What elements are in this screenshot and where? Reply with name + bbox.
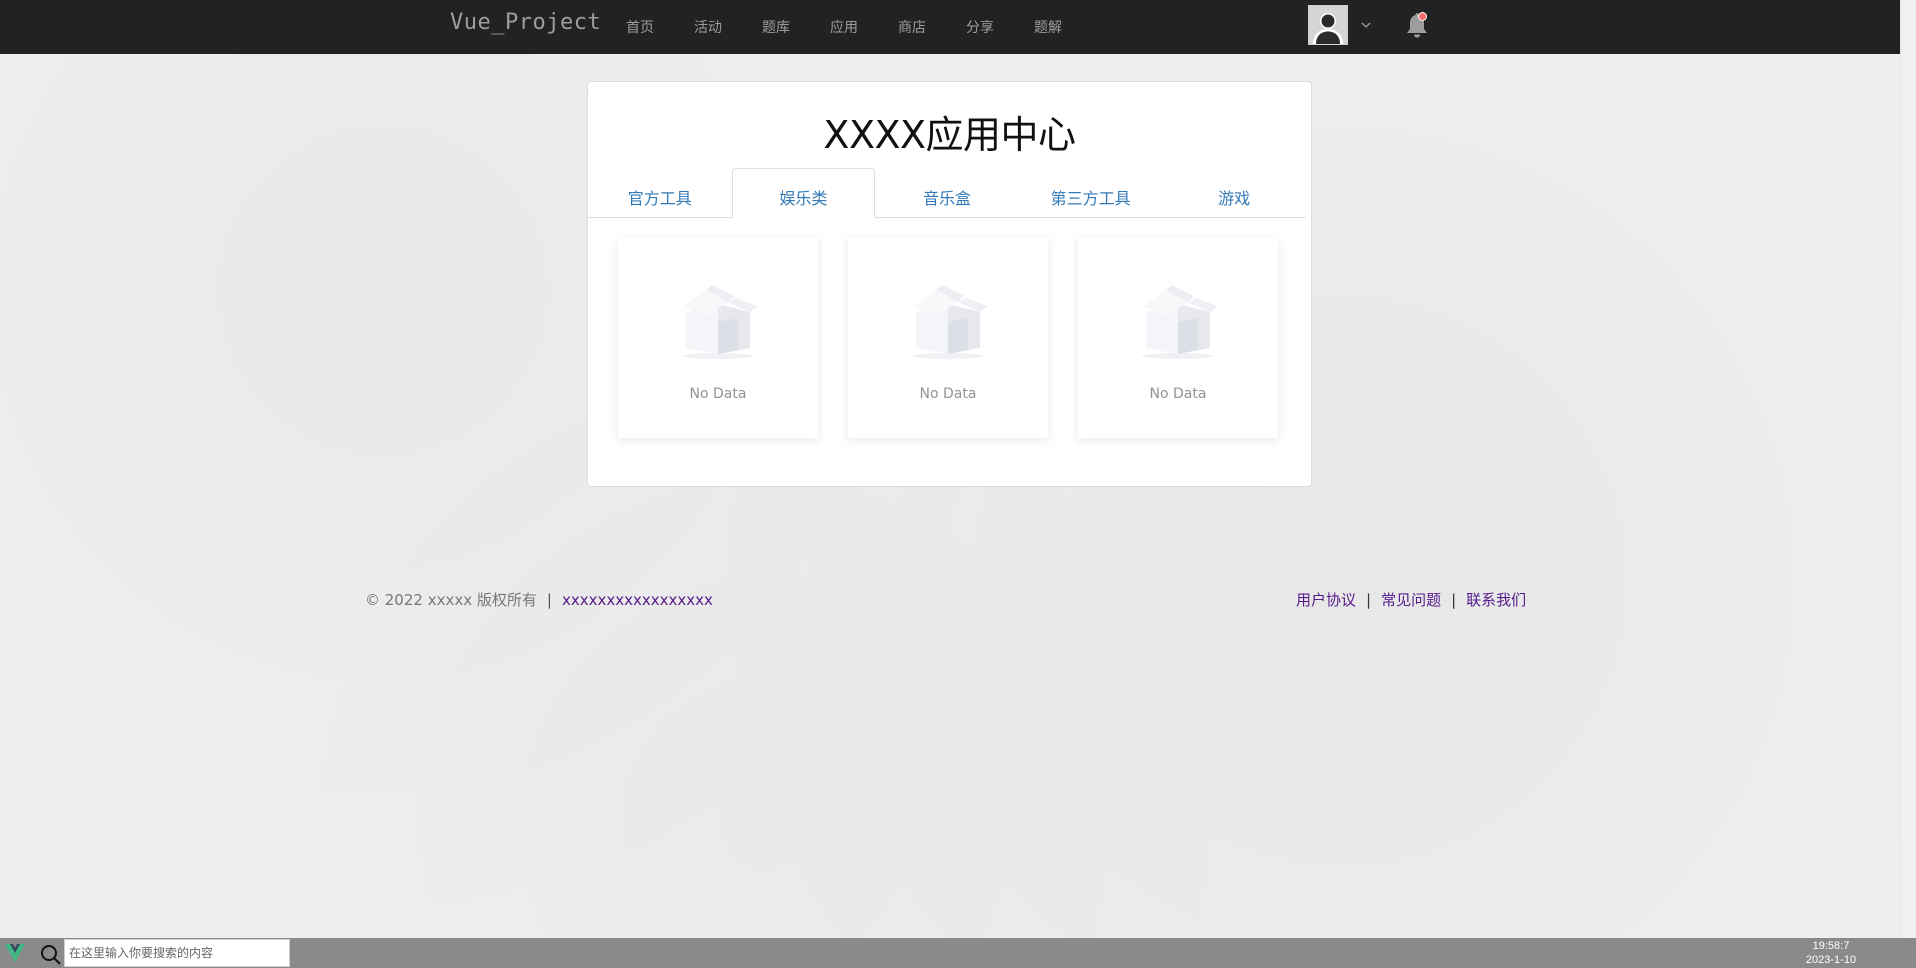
clock-time: 19:58:7 — [1812, 940, 1850, 952]
start-button[interactable] — [0, 938, 30, 968]
notification-badge — [1418, 12, 1427, 21]
nav-link-activities[interactable]: 活动 — [674, 17, 742, 37]
footer-separator: | — [546, 590, 552, 609]
tab-music-box[interactable]: 音乐盒 — [875, 168, 1019, 217]
tab-entertainment[interactable]: 娱乐类 — [731, 168, 876, 218]
user-avatar[interactable] — [1308, 5, 1348, 45]
app-card[interactable]: No Data — [1078, 238, 1278, 438]
copyright-text: © 2022 xxxxx 版权所有 — [365, 591, 537, 609]
app-card[interactable]: No Data — [848, 238, 1048, 438]
user-silhouette-icon — [1309, 6, 1347, 44]
tab-official-tools[interactable]: 官方工具 — [588, 168, 732, 217]
taskbar-search-box — [64, 939, 290, 967]
taskbar-search-input[interactable] — [65, 940, 289, 966]
app-card-list: No Data No Data No Data — [618, 238, 1308, 438]
footer-right: 用户协议 | 常见问题 | 联系我们 — [1296, 589, 1526, 610]
nav-link-store[interactable]: 商店 — [878, 17, 946, 37]
chevron-down-icon[interactable] — [1358, 17, 1374, 33]
empty-box-icon — [912, 285, 988, 359]
top-navbar: Vue_Project 首页 活动 题库 应用 商店 分享 题解 — [0, 0, 1900, 54]
app-center-panel: XXXX应用中心 官方工具 娱乐类 音乐盒 第三方工具 游戏 No Data N… — [587, 81, 1312, 487]
vertical-scrollbar[interactable] — [1900, 0, 1916, 938]
tab-games[interactable]: 游戏 — [1162, 168, 1306, 217]
nav-link-solutions[interactable]: 题解 — [1014, 17, 1082, 37]
empty-text: No Data — [1149, 386, 1207, 402]
page-title: XXXX应用中心 — [823, 113, 1076, 157]
empty-text: No Data — [689, 386, 747, 402]
search-icon[interactable] — [36, 941, 64, 967]
contact-us-link[interactable]: 联系我们 — [1466, 589, 1526, 610]
brand-logo[interactable]: Vue_Project — [450, 10, 601, 35]
app-card[interactable]: No Data — [618, 238, 818, 438]
nav-links: 首页 活动 题库 应用 商店 分享 题解 — [606, 0, 1082, 54]
footer-left: © 2022 xxxxx 版权所有 | xxxxxxxxxxxxxxxxx — [365, 589, 713, 610]
category-tabs: 官方工具 娱乐类 音乐盒 第三方工具 游戏 — [588, 168, 1306, 218]
user-agreement-link[interactable]: 用户协议 — [1296, 589, 1356, 610]
vue-logo-icon — [5, 944, 25, 962]
system-clock[interactable]: 19:58:7 2023-1-10 — [1796, 939, 1866, 967]
nav-link-question-bank[interactable]: 题库 — [742, 17, 810, 37]
clock-date: 2023-1-10 — [1805, 954, 1857, 966]
empty-box-icon — [682, 285, 758, 359]
nav-link-apps[interactable]: 应用 — [810, 17, 878, 37]
nav-link-share[interactable]: 分享 — [946, 17, 1014, 37]
footer-separator: | — [1366, 590, 1372, 609]
empty-box-icon — [1142, 285, 1218, 359]
tab-third-party-tools[interactable]: 第三方工具 — [1019, 168, 1163, 217]
footer-record-link[interactable]: xxxxxxxxxxxxxxxxx — [562, 591, 713, 609]
nav-link-home[interactable]: 首页 — [606, 17, 674, 37]
taskbar: 19:58:7 2023-1-10 — [0, 938, 1916, 968]
footer-separator: | — [1451, 590, 1457, 609]
empty-text: No Data — [919, 386, 977, 402]
faq-link[interactable]: 常见问题 — [1381, 589, 1441, 610]
